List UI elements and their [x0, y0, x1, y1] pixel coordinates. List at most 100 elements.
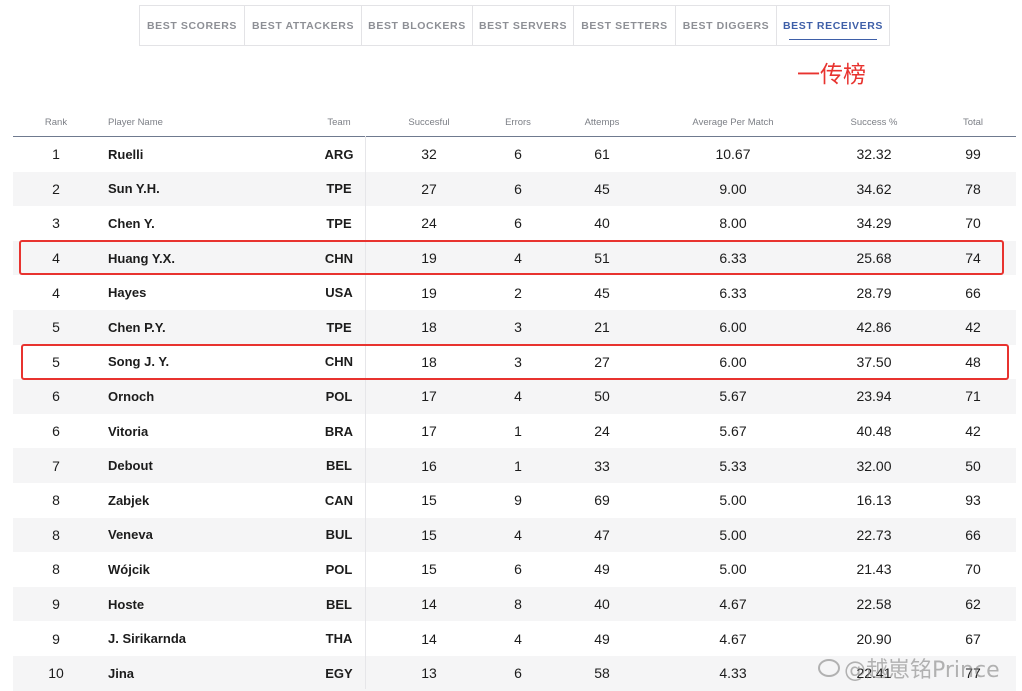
cell-attempts: 58	[594, 665, 610, 682]
table-row[interactable]: 3 Chen Y. TPE 24 6 40 8.00 34.29 70	[13, 206, 1016, 241]
header-success-pct[interactable]: Success %	[824, 108, 924, 136]
cell-team: POL	[325, 388, 353, 404]
cell-rank: 7	[52, 457, 60, 474]
tab-best-servers[interactable]: BEST SERVERS	[473, 6, 574, 45]
cell-average-per-match: 5.00	[719, 492, 747, 509]
cell-player-name[interactable]: Ornoch	[108, 379, 308, 414]
table-row[interactable]: 9 J. Sirikarnda THA 14 4 49 4.67 20.90 67	[13, 621, 1016, 656]
cell-successful: 16	[421, 457, 437, 474]
watermark-text: @越崽铭Prince	[844, 658, 1000, 683]
cell-total: 71	[965, 388, 981, 405]
header-attempts[interactable]: Attemps	[562, 108, 642, 136]
cell-team: USA	[325, 285, 353, 301]
table-row[interactable]: 6 Vitoria BRA 17 1 24 5.67 40.48 42	[13, 414, 1016, 449]
cell-successful: 24	[421, 215, 437, 232]
cell-average-per-match: 8.00	[719, 215, 747, 232]
cell-total: 42	[965, 319, 981, 336]
cell-rank: 2	[52, 180, 60, 197]
cell-rank: 6	[52, 423, 60, 440]
cell-attempts: 49	[594, 630, 610, 647]
header-errors[interactable]: Errors	[483, 108, 553, 136]
table-row[interactable]: 5 Chen P.Y. TPE 18 3 21 6.00 42.86 42	[13, 309, 1016, 345]
cell-rank: 3	[52, 215, 60, 232]
cell-player-name[interactable]: Veneva	[108, 518, 308, 553]
table-row[interactable]: 6 Ornoch POL 17 4 50 5.67 23.94 71	[13, 379, 1016, 414]
cell-success-pct: 40.48	[856, 423, 892, 440]
table-row[interactable]: 2 Sun Y.H. TPE 27 6 45 9.00 34.62 78	[13, 171, 1016, 207]
tab-best-blockers[interactable]: BEST BLOCKERS	[362, 6, 473, 45]
table-row[interactable]: 8 Wójcik POL 15 6 49 5.00 21.43 70	[13, 552, 1016, 587]
cell-total: 78	[965, 180, 981, 197]
cell-successful: 27	[421, 180, 437, 197]
cell-rank: 6	[52, 388, 60, 405]
cell-player-name[interactable]: Hayes	[108, 275, 308, 310]
cell-team: TPE	[326, 215, 352, 231]
cell-attempts: 40	[594, 596, 610, 613]
cell-success-pct: 34.29	[856, 215, 892, 232]
cell-team: CAN	[324, 492, 354, 508]
cell-total: 70	[965, 215, 981, 232]
cell-team: EGY	[325, 665, 353, 681]
table-row[interactable]: 9 Hoste BEL 14 8 40 4.67 22.58 62	[13, 586, 1016, 622]
cell-rank: 4	[52, 284, 60, 301]
category-tabs: BEST SCORERS BEST ATTACKERS BEST BLOCKER…	[139, 5, 890, 46]
annotation-label: 一传榜	[797, 62, 866, 88]
cell-player-name[interactable]: Ruelli	[108, 137, 308, 172]
cell-player-name[interactable]: Chen P.Y.	[108, 310, 308, 345]
cell-player-name[interactable]: Sun Y.H.	[108, 172, 308, 207]
cell-successful: 32	[421, 146, 437, 163]
column-divider	[365, 136, 366, 689]
cell-total: 99	[965, 146, 981, 163]
cell-attempts: 40	[594, 215, 610, 232]
header-successful[interactable]: Succesful	[389, 108, 469, 136]
table-row[interactable]: 1 Ruelli ARG 32 6 61 10.67 32.32 99	[13, 137, 1016, 172]
cell-success-pct: 28.79	[856, 284, 892, 301]
cell-rank: 9	[52, 630, 60, 647]
cell-total: 93	[965, 492, 981, 509]
tab-best-receivers[interactable]: BEST RECEIVERS	[777, 6, 889, 45]
tab-best-attackers[interactable]: BEST ATTACKERS	[245, 6, 362, 45]
cell-errors: 4	[514, 526, 522, 543]
cell-average-per-match: 10.67	[715, 146, 751, 163]
cell-rank: 8	[52, 492, 60, 509]
table-row[interactable]: 7 Debout BEL 16 1 33 5.33 32.00 50	[13, 448, 1016, 483]
cell-success-pct: 32.00	[856, 457, 892, 474]
cell-player-name[interactable]: Hoste	[108, 587, 308, 622]
cell-attempts: 21	[594, 319, 610, 336]
cell-team: TPE	[326, 181, 352, 197]
cell-average-per-match: 4.67	[719, 630, 747, 647]
header-rank[interactable]: Rank	[35, 108, 77, 136]
cell-player-name[interactable]: Jina	[108, 656, 308, 691]
cell-team: THA	[325, 631, 353, 647]
table-body: 1 Ruelli ARG 32 6 61 10.67 32.32 99 2 Sun Y.H. TPE 2…	[13, 137, 1016, 691]
table-row[interactable]: 8 Zabjek CAN 15 9 69 5.00 16.13 93	[13, 483, 1016, 518]
cell-errors: 4	[514, 630, 522, 647]
header-average-per-match[interactable]: Average Per Match	[663, 108, 803, 136]
cell-total: 62	[965, 596, 981, 613]
cell-team: BEL	[326, 596, 352, 612]
tab-best-scorers[interactable]: BEST SCORERS	[140, 6, 245, 45]
table-row[interactable]: 8 Veneva BUL 15 4 47 5.00 22.73 66	[13, 517, 1016, 553]
cell-player-name[interactable]: J. Sirikarnda	[108, 621, 308, 656]
cell-average-per-match: 6.33	[719, 284, 747, 301]
cell-team: BUL	[325, 527, 353, 543]
cell-player-name[interactable]: Chen Y.	[108, 206, 308, 241]
table-row[interactable]: 4 Hayes USA 19 2 45 6.33 28.79 66	[13, 275, 1016, 310]
cell-total: 66	[965, 284, 981, 301]
tab-best-setters[interactable]: BEST SETTERS	[574, 6, 676, 45]
cell-player-name[interactable]: Zabjek	[108, 483, 308, 518]
cell-attempts: 45	[594, 180, 610, 197]
cell-errors: 8	[514, 596, 522, 613]
header-player-name[interactable]: Player Name	[108, 108, 228, 136]
cell-errors: 6	[514, 561, 522, 578]
cell-player-name[interactable]: Wójcik	[108, 552, 308, 587]
header-total[interactable]: Total	[938, 108, 1008, 136]
cell-successful: 14	[421, 596, 437, 613]
tab-best-diggers[interactable]: BEST DIGGERS	[676, 6, 777, 45]
cell-total: 70	[965, 561, 981, 578]
cell-player-name[interactable]: Debout	[108, 448, 308, 483]
highlight-box-song	[21, 344, 1009, 380]
cell-success-pct: 32.32	[856, 146, 892, 163]
cell-player-name[interactable]: Vitoria	[108, 414, 308, 449]
header-team[interactable]: Team	[309, 108, 369, 136]
